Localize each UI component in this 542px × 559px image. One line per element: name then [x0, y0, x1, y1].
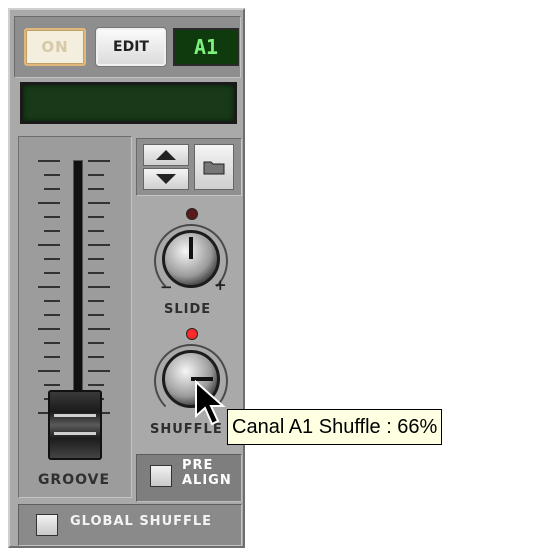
folder-icon: [203, 161, 225, 175]
fader-tick: [44, 272, 60, 274]
pre-align-label: PRE ALIGN: [182, 458, 232, 488]
fader-tick: [38, 370, 60, 372]
browse-patch-button[interactable]: [194, 144, 234, 190]
slide-plus-label: +: [214, 276, 227, 294]
groove-label: GROOVE: [37, 472, 111, 488]
fader-tick: [88, 244, 110, 246]
fader-tick: [38, 328, 60, 330]
fader-tick: [38, 202, 60, 204]
pre-align-checkbox[interactable]: [150, 465, 172, 487]
groove-channel-panel: ON EDIT A1 GROOVE − + SLIDE SHUFFLE PRE …: [8, 8, 245, 548]
fader-tick: [44, 174, 60, 176]
fader-tick: [88, 286, 110, 288]
global-shuffle-checkbox[interactable]: [36, 514, 58, 536]
fader-tick: [88, 174, 104, 176]
fader-tick: [44, 384, 60, 386]
fader-tick: [88, 314, 104, 316]
shuffle-tooltip: Canal A1 Shuffle : 66%: [227, 409, 443, 445]
shuffle-led: [186, 328, 198, 340]
fader-tick: [88, 160, 110, 162]
arrow-up-icon: [156, 150, 176, 160]
fader-tick: [88, 328, 110, 330]
fader-tick: [44, 216, 60, 218]
fader-tick: [38, 286, 60, 288]
fader-tick: [88, 230, 104, 232]
fader-tick: [88, 202, 110, 204]
fader-tick: [88, 300, 104, 302]
fader-tick: [88, 258, 104, 260]
global-shuffle-label: GLOBAL SHUFFLE: [70, 514, 213, 529]
fader-tick: [44, 356, 60, 358]
patch-up-button[interactable]: [143, 144, 189, 166]
pre-align-label-line1: PRE: [182, 458, 214, 473]
channel-id-display: A1: [173, 28, 239, 66]
fader-tick: [88, 384, 104, 386]
fader-tick: [88, 188, 104, 190]
pre-align-label-line2: ALIGN: [182, 473, 232, 488]
mouse-cursor-icon: [195, 380, 226, 426]
fader-tick: [88, 356, 104, 358]
fader-tick: [38, 160, 60, 162]
fader-tick: [44, 230, 60, 232]
arrow-down-icon: [156, 174, 176, 184]
fader-tick: [44, 342, 60, 344]
fader-tick: [88, 342, 104, 344]
fader-tick: [88, 370, 110, 372]
on-button[interactable]: ON: [24, 28, 86, 66]
fader-tick: [38, 244, 60, 246]
fader-tick: [88, 216, 104, 218]
fader-tick: [88, 272, 104, 274]
groove-fader-handle[interactable]: [48, 390, 102, 460]
fader-tick: [44, 314, 60, 316]
fader-tick: [44, 188, 60, 190]
edit-button[interactable]: EDIT: [95, 27, 167, 67]
slide-label: SLIDE: [164, 302, 212, 317]
fader-tick: [44, 300, 60, 302]
patch-down-button[interactable]: [143, 168, 189, 190]
slide-minus-label: −: [160, 278, 173, 296]
patch-name-display: [20, 82, 237, 124]
fader-tick: [44, 258, 60, 260]
slide-led: [186, 208, 198, 220]
